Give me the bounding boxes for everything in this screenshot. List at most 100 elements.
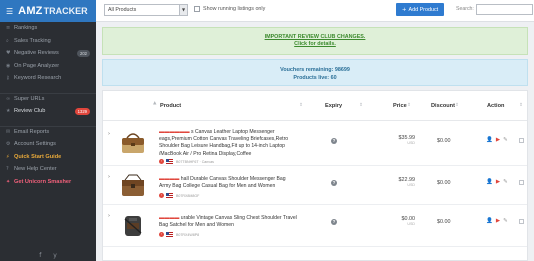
sidebar-item-label: Get Unicorn Smasher [14, 178, 72, 185]
twitter-icon[interactable]: y [53, 252, 69, 259]
play-icon[interactable]: ▶ [496, 137, 500, 143]
social-links: fy [0, 252, 96, 259]
star-icon: ★ [6, 108, 11, 115]
product-thumbnail[interactable] [119, 211, 147, 239]
table-row[interactable]: › ▬▬▬▬▬▬ s Canvas Leather Laptop Messeng… [103, 121, 527, 166]
discount-cell: $0.00 [437, 219, 451, 225]
running-only-label: Show running listings only [203, 6, 266, 12]
row-select-checkbox[interactable] [519, 138, 524, 143]
expand-row-icon[interactable]: › [108, 213, 110, 219]
unicorn-icon: ✦ [6, 178, 11, 185]
sidebar-item-label: Rankings [14, 25, 38, 32]
search-input[interactable] [476, 4, 533, 15]
product-filter-value: All Products [108, 7, 137, 13]
vouchers-info-banner: Vouchers remaining: 98699 Products live:… [102, 59, 528, 86]
key-icon: ⚷ [6, 75, 10, 82]
link-icon: ∞ [6, 96, 11, 103]
sidebar-item-review-club[interactable]: ★ Review Club 1329 [0, 105, 96, 118]
product-filter-select[interactable]: All Products ▼ [104, 4, 188, 16]
product-title[interactable]: ▬▬▬▬ hall Durable Canvas Shoulder Messen… [159, 176, 309, 190]
negative-reviews-badge: 202 [77, 50, 90, 57]
col-product[interactable]: Product [160, 103, 181, 109]
row-select-checkbox[interactable] [519, 180, 524, 185]
edit-icon[interactable]: ✎ [503, 218, 508, 224]
col-discount[interactable]: Discount [431, 103, 455, 109]
brand-suffix[interactable]: TRACKER [44, 6, 88, 16]
help-icon: ? [6, 166, 9, 173]
alert-icon: ! [159, 159, 164, 164]
discount-cell: $0.00 [437, 138, 451, 144]
bolt-icon: ⚡ [6, 153, 10, 160]
product-title[interactable]: ▬▬▬▬ urable Vintage Canvas Sling Chest S… [159, 215, 309, 229]
us-flag-icon [166, 193, 173, 198]
chevron-down-icon[interactable]: ▼ [179, 5, 187, 15]
sidebar-item-negative-reviews[interactable]: ♥ Negative Reviews 202 [0, 47, 96, 60]
sidebar-item-rankings[interactable]: ≡ Rankings [0, 22, 96, 35]
sidebar-item-quick-start-guide[interactable]: ⚡ Quick Start Guide [0, 151, 96, 164]
col-expiry[interactable]: Expiry [325, 103, 342, 109]
col-price[interactable]: Price [393, 103, 407, 109]
product-meta: ! B07RX8M8GF [159, 193, 199, 198]
sidebar-item-email-reports[interactable]: ✉ Email Reports [0, 125, 96, 139]
sidebar-item-on-page-analyzer[interactable]: ◉ On Page Analyzer [0, 60, 96, 73]
running-only-checkbox[interactable] [194, 6, 200, 12]
details-link[interactable]: Click for details. [103, 41, 527, 48]
sidebar-item-label: Sales Tracking [14, 37, 51, 44]
user-icon[interactable]: 👤 [486, 218, 493, 224]
sort-icon[interactable]: ⇕ [299, 103, 303, 108]
expiry-help-icon[interactable]: ? [331, 219, 337, 225]
expand-row-icon[interactable]: › [108, 174, 110, 180]
heart-icon: ♥ [6, 50, 11, 57]
review-club-changes-banner[interactable]: IMPORTANT REVIEW CLUB CHANGES. Click for… [102, 27, 528, 55]
sidebar-nav: ≡ Rankings ⌕ Sales Tracking ♥ Negative Revi… [0, 22, 96, 188]
facebook-icon[interactable]: f [39, 252, 53, 259]
sidebar-item-label: Quick Start Guide [14, 153, 62, 160]
sort-icon[interactable]: ⇕ [359, 103, 363, 108]
sort-icon[interactable]: ▲ [153, 101, 156, 106]
discount-cell: $0.00 [437, 180, 451, 186]
sidebar-item-keyword-research[interactable]: ⚷ Keyword Research [0, 72, 96, 85]
expiry-help-icon[interactable]: ? [331, 180, 337, 186]
sort-icon[interactable]: ⇕ [407, 103, 411, 108]
play-icon[interactable]: ▶ [496, 218, 500, 224]
row-select-checkbox[interactable] [519, 219, 524, 224]
row-actions: 👤 ▶ ✎ [486, 137, 508, 143]
running-only-toggle[interactable]: Show running listings only [194, 6, 265, 12]
sidebar-item-account-settings[interactable]: ⚙ Account Settings [0, 138, 96, 151]
expiry-help-icon[interactable]: ? [331, 138, 337, 144]
sidebar-item-label: Account Settings [14, 141, 56, 148]
sidebar-item-super-urls[interactable]: ∞ Super URLs [0, 92, 96, 106]
sidebar-item-new-help-center[interactable]: ? New Help Center [0, 163, 96, 176]
hamburger-icon[interactable]: ☰ [6, 7, 13, 16]
edit-icon[interactable]: ✎ [503, 179, 508, 185]
brand-header: ☰ AMZ TRACKER [0, 0, 96, 22]
price-cell: $22.99 USD [398, 177, 416, 187]
sort-icon[interactable]: ⇕ [455, 103, 459, 108]
table-header: ▲ Product ⇕ Expiry ⇕ Price ⇕ Discount ⇕ … [103, 91, 527, 121]
brand-name[interactable]: AMZ [18, 5, 42, 17]
product-meta: ! B07RX4W8P8 [159, 232, 199, 237]
user-icon[interactable]: 👤 [486, 179, 493, 185]
product-title[interactable]: ▬▬▬▬▬▬ s Canvas Leather Laptop Messenger… [159, 129, 309, 158]
changes-link[interactable]: IMPORTANT REVIEW CLUB CHANGES. [103, 34, 527, 41]
col-action[interactable]: Action [487, 103, 504, 109]
table-row[interactable]: › ▬▬▬▬ urable Vintage Canvas Sling Chest… [103, 205, 527, 247]
expand-row-icon[interactable]: › [108, 131, 110, 137]
product-thumbnail[interactable] [119, 128, 147, 156]
sidebar-item-label: Super URLs [14, 96, 45, 103]
row-actions: 👤 ▶ ✎ [486, 218, 508, 224]
alert-icon: ! [159, 232, 164, 237]
table-row[interactable]: › ▬▬▬▬ hall Durable Canvas Shoulder Mess… [103, 166, 527, 205]
product-thumbnail[interactable] [119, 172, 147, 200]
add-product-button[interactable]: + Add Product [396, 3, 444, 16]
user-icon[interactable]: 👤 [486, 137, 493, 143]
products-live: Products live: 60 [293, 75, 337, 81]
sidebar-item-get-unicorn-smasher[interactable]: ✦ Get Unicorn Smasher [0, 176, 96, 189]
sidebar-item-label: Negative Reviews [14, 50, 59, 57]
sort-icon[interactable]: ⇕ [519, 103, 523, 108]
sidebar-item-sales-tracking[interactable]: ⌕ Sales Tracking [0, 35, 96, 48]
play-icon[interactable]: ▶ [496, 179, 500, 185]
top-bar: All Products ▼ Show running listings onl… [96, 0, 534, 22]
price-cell: $35.99 USD [398, 135, 416, 145]
edit-icon[interactable]: ✎ [503, 137, 508, 143]
